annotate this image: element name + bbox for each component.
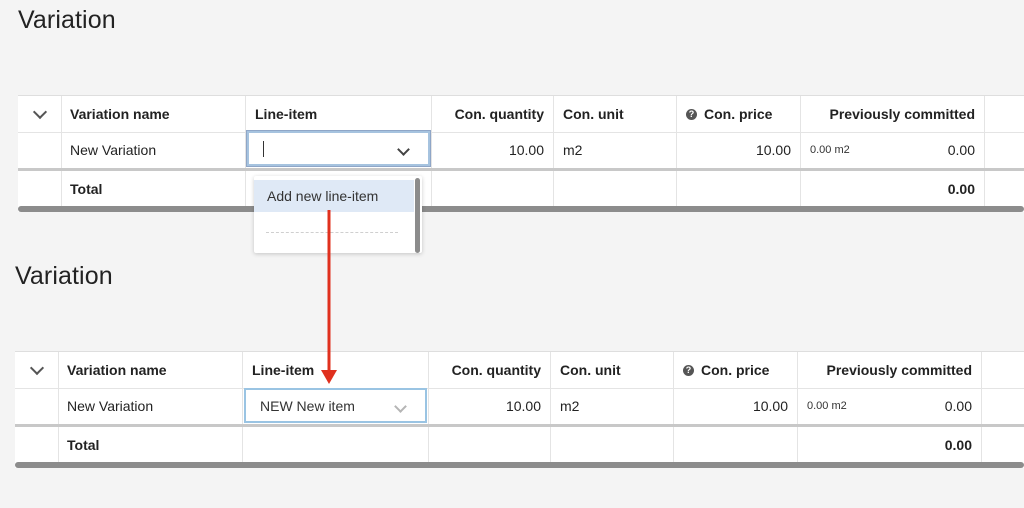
annotation-arrow [321,210,337,384]
arrow-head [321,370,337,384]
